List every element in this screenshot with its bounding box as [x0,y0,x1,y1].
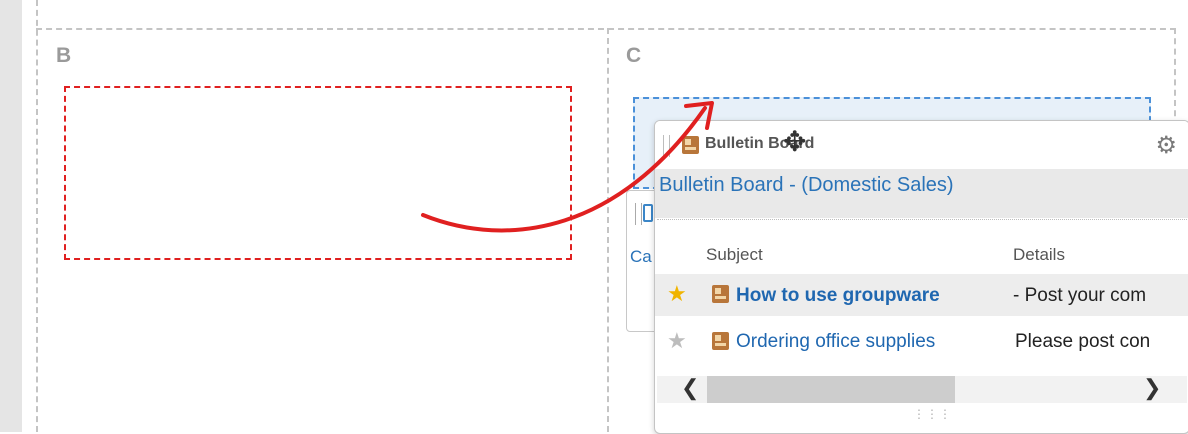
column-divider [607,28,609,432]
bulletin-item-icon [712,285,729,303]
scroll-right-icon[interactable]: ❯ [1143,375,1161,401]
table-row-1-details: - Post your com [1013,285,1147,306]
column-left-border [36,0,38,432]
phone-icon [643,204,653,222]
widget-header[interactable]: Bulletin Board ✥ ⚙ [655,121,1188,169]
scroll-left-icon[interactable]: ❮ [681,375,699,401]
table-row-2-subject[interactable]: Ordering office supplies [736,331,935,353]
resize-handle[interactable]: ⋮⋮⋮ [913,407,952,421]
column-c-label: C [626,44,642,67]
drag-handle[interactable] [635,203,642,225]
move-cursor-icon: ✥ [783,126,807,157]
column-header-details: Details [1013,245,1065,264]
widget-subtitle-link[interactable]: Bulletin Board - (Domestic Sales) [659,174,954,197]
bulletin-board-icon [682,136,699,154]
bulletin-board-widget[interactable]: Bulletin Board ✥ ⚙ Bulletin Board - (Dom… [654,120,1188,434]
drag-handle[interactable] [663,135,670,157]
underlying-widget-title[interactable]: Ca [630,247,652,267]
gear-icon[interactable]: ⚙ [1155,131,1177,160]
left-rail [0,0,22,432]
table-row-2-details: Please post con [1015,331,1151,352]
scrollbar-thumb[interactable] [707,376,955,403]
drop-target-origin[interactable] [64,86,572,260]
column-header-subject: Subject [706,245,763,264]
column-b-label: B [56,44,72,67]
column-top-border [36,28,1176,30]
bulletin-item-icon [712,332,729,350]
table-row-1-subject[interactable]: How to use groupware [736,285,940,307]
star-empty-icon[interactable]: ★ [667,328,687,354]
star-filled-icon[interactable]: ★ [667,281,687,307]
divider [657,219,1187,220]
